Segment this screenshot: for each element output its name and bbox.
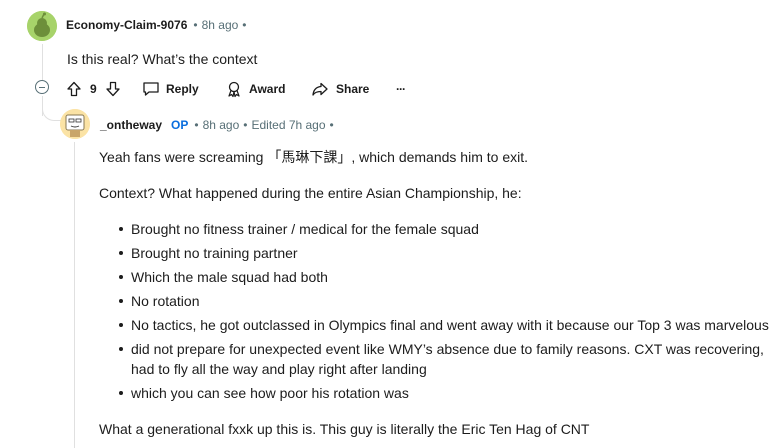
share-label: Share: [336, 82, 370, 96]
comment-timestamp[interactable]: 8h ago: [202, 18, 239, 32]
list-item: No tactics, he got outclassed in Olympic…: [119, 315, 771, 335]
list-item: Which the male squad had both: [119, 267, 771, 287]
comment-body: Is this real? What’s the context: [67, 51, 258, 67]
award-label: Award: [249, 82, 286, 96]
avatar[interactable]: [27, 11, 57, 41]
comment-icon: [143, 82, 159, 96]
comment-username[interactable]: Economy-Claim-9076: [66, 18, 187, 32]
meta-separator: •: [194, 118, 199, 132]
list-item: did not prepare for unexpected event lik…: [119, 339, 771, 379]
reply-paragraph-1: Yeah fans were screaming 「馬琳下課」, which d…: [99, 149, 528, 165]
reply-button[interactable]: Reply: [142, 77, 199, 101]
reply-paragraph-2: Context? What happened during the entire…: [99, 185, 522, 201]
custom-avatar-icon: [60, 109, 90, 139]
meta-separator: •: [329, 118, 334, 132]
award-icon: [228, 81, 240, 98]
op-badge: OP: [171, 118, 189, 132]
reply-username[interactable]: _ontheway: [100, 118, 162, 132]
snoo-avatar-icon: [27, 11, 57, 41]
more-options-button[interactable]: ···: [396, 77, 406, 101]
meta-separator: •: [193, 18, 198, 32]
list-item: Brought no fitness trainer / medical for…: [119, 219, 771, 239]
thread-line-main: [42, 44, 43, 80]
collapse-thread-button[interactable]: [35, 80, 49, 94]
meta-separator: •: [242, 18, 247, 32]
downvote-icon: [106, 81, 120, 97]
vote-count: 9: [90, 82, 97, 96]
reply-timestamp[interactable]: 8h ago: [203, 118, 240, 132]
thread-line-reply: [74, 142, 75, 448]
list-item: Brought no training partner: [119, 243, 771, 263]
award-button[interactable]: Award: [225, 77, 285, 101]
thread-line-curve: [42, 102, 61, 121]
upvote-icon: [67, 81, 81, 97]
list-item: which you can see how poor his rotation …: [119, 383, 771, 403]
share-button[interactable]: Share: [311, 77, 369, 101]
reply-paragraph-3: What a generational fxxk up this is. Thi…: [99, 421, 590, 437]
avatar[interactable]: [60, 109, 90, 139]
downvote-button[interactable]: [105, 77, 121, 101]
reply-label: Reply: [166, 82, 199, 96]
share-icon: [312, 82, 328, 96]
list-item: No rotation: [119, 291, 771, 311]
meta-separator: •: [243, 118, 248, 132]
upvote-button[interactable]: [66, 77, 82, 101]
edited-label: Edited 7h ago: [251, 118, 326, 132]
